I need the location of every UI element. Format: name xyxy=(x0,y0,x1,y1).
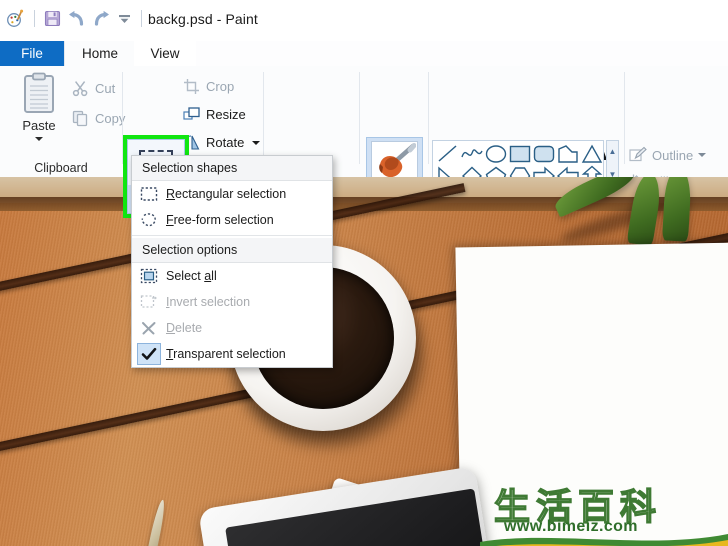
ribbon-separator-5 xyxy=(624,72,625,164)
menu-label-freeform-selection: Free-form selection xyxy=(166,213,274,227)
outline-dropdown-caret[interactable] xyxy=(698,153,707,157)
delete-x-icon xyxy=(132,315,166,341)
freeform-lasso-icon xyxy=(132,207,166,233)
outline-label: Outline xyxy=(652,147,694,163)
tab-strip-filler xyxy=(196,41,728,66)
select-all-icon xyxy=(132,263,166,289)
crop-button[interactable]: Crop xyxy=(183,78,234,95)
redo-icon[interactable] xyxy=(92,10,111,27)
paste-dropdown-caret[interactable] xyxy=(35,137,43,141)
tab-file[interactable]: File xyxy=(0,41,64,66)
resize-label: Resize xyxy=(206,107,246,122)
paste-button[interactable]: Paste xyxy=(8,72,70,154)
line-shape[interactable] xyxy=(436,143,460,165)
copy-button[interactable]: Copy xyxy=(72,110,125,127)
ribbon: Paste Cut Copy Clipboard Crop Resize Rot… xyxy=(0,66,728,218)
window-title: backg.psd - Paint xyxy=(148,11,258,27)
undo-icon[interactable] xyxy=(67,10,86,27)
copy-icon xyxy=(72,110,89,127)
polygon-shape[interactable] xyxy=(556,143,580,165)
save-icon[interactable] xyxy=(44,10,61,27)
invert-selection-icon xyxy=(132,289,166,315)
menu-label-delete: Delete xyxy=(166,321,203,335)
oval-shape[interactable] xyxy=(484,143,508,165)
menu-item-freeform-selection[interactable]: Free-form selection xyxy=(132,207,332,233)
menu-item-transparent-selection[interactable]: Transparent selection xyxy=(132,341,332,367)
menu-item-rectangular-selection[interactable]: Rectangular selection xyxy=(132,181,332,207)
customize-qat-icon[interactable] xyxy=(117,11,132,26)
ribbon-group-clipboard: Paste Cut Copy Clipboard xyxy=(0,66,125,177)
checkmark-icon xyxy=(137,343,161,365)
rectangle-shape[interactable] xyxy=(508,143,532,165)
rounded-rectangle-shape[interactable] xyxy=(532,143,556,165)
clipboard-icon xyxy=(20,72,58,116)
menu-divider-1 xyxy=(132,235,332,236)
copy-label: Copy xyxy=(95,111,126,126)
triangle-shape[interactable] xyxy=(580,143,604,165)
menu-label-transparent-selection: Transparent selection xyxy=(166,347,286,361)
menu-item-select-all[interactable]: Select all xyxy=(132,263,332,289)
quick-access-toolbar xyxy=(6,9,145,28)
menu-label-invert-selection: Invert selection xyxy=(166,295,251,309)
rotate-dropdown-caret[interactable] xyxy=(252,140,261,145)
ribbon-tab-strip: File Home View xyxy=(0,41,728,66)
select-dropdown-menu[interactable]: Selection shapes Rectangular selection F… xyxy=(131,155,333,368)
shapes-scroll-up-icon[interactable]: ▲ xyxy=(609,148,617,156)
crop-label: Crop xyxy=(206,79,235,94)
dashed-rectangle-icon xyxy=(132,181,166,207)
watermark: 生活百科 www.bimeiz.com xyxy=(480,478,728,546)
menu-label-select-all: Select all xyxy=(166,269,217,283)
outline-pencil-icon xyxy=(628,146,647,164)
tab-view[interactable]: View xyxy=(134,41,196,66)
scissors-icon xyxy=(72,80,89,97)
app-logo-icon[interactable] xyxy=(6,9,25,28)
watermark-url: www.bimeiz.com xyxy=(504,518,638,535)
curve-shape[interactable] xyxy=(460,143,484,165)
menu-item-delete[interactable]: Delete xyxy=(132,315,332,341)
aloe-leaf-3 xyxy=(662,177,692,242)
rotate-label: Rotate xyxy=(206,135,245,150)
title-bar: backg.psd - Paint xyxy=(0,0,728,41)
paste-label: Paste xyxy=(22,118,56,133)
qat-divider xyxy=(34,10,35,27)
cut-button[interactable]: Cut xyxy=(72,80,115,97)
menu-header-selection-options: Selection options xyxy=(132,238,332,263)
resize-button[interactable]: Resize xyxy=(183,106,246,123)
tab-home[interactable]: Home xyxy=(64,41,136,66)
group-label-clipboard: Clipboard xyxy=(34,161,88,175)
menu-label-rectangular-selection: Rectangular selection xyxy=(166,187,287,201)
menu-header-selection-shapes: Selection shapes xyxy=(132,156,332,181)
cut-label: Cut xyxy=(95,81,116,96)
rotate-button[interactable]: Rotate xyxy=(183,134,261,151)
qat-divider-2 xyxy=(141,10,142,27)
outline-button[interactable]: Outline xyxy=(628,146,707,164)
resize-icon xyxy=(183,106,200,123)
crop-icon xyxy=(183,78,200,95)
paint-window: backg.psd - Paint File Home View Paste C… xyxy=(0,0,728,546)
menu-item-invert-selection[interactable]: Invert selection xyxy=(132,289,332,315)
